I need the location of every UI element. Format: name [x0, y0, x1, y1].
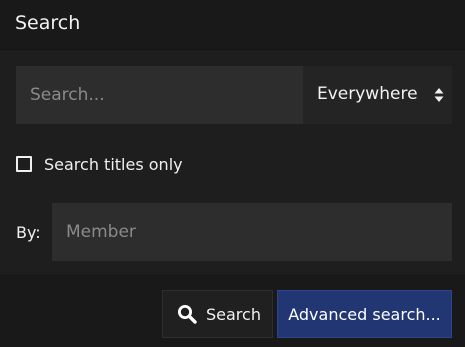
titles-only-label: Search titles only: [44, 154, 183, 174]
search-icon: [178, 305, 197, 324]
member-input[interactable]: [52, 203, 452, 261]
scope-selected-label: Everywhere: [317, 84, 418, 104]
titles-only-option[interactable]: Search titles only: [16, 153, 183, 175]
scope-select[interactable]: Everywhere: [303, 66, 452, 124]
popup-header: Search: [0, 0, 465, 50]
search-row: Everywhere: [16, 66, 452, 124]
updown-icon: [434, 88, 444, 102]
search-button-label: Search: [206, 304, 261, 324]
popup-title: Search: [15, 12, 81, 34]
popup-footer: Search Advanced search...: [0, 275, 465, 347]
search-button[interactable]: Search: [162, 290, 273, 338]
search-popup: Search Everywhere Search titles only By:…: [0, 0, 465, 347]
search-input[interactable]: [16, 66, 303, 124]
advanced-search-label: Advanced search...: [288, 304, 441, 324]
titles-only-checkbox[interactable]: [16, 156, 32, 172]
by-label: By:: [16, 223, 41, 242]
advanced-search-button[interactable]: Advanced search...: [277, 290, 452, 338]
